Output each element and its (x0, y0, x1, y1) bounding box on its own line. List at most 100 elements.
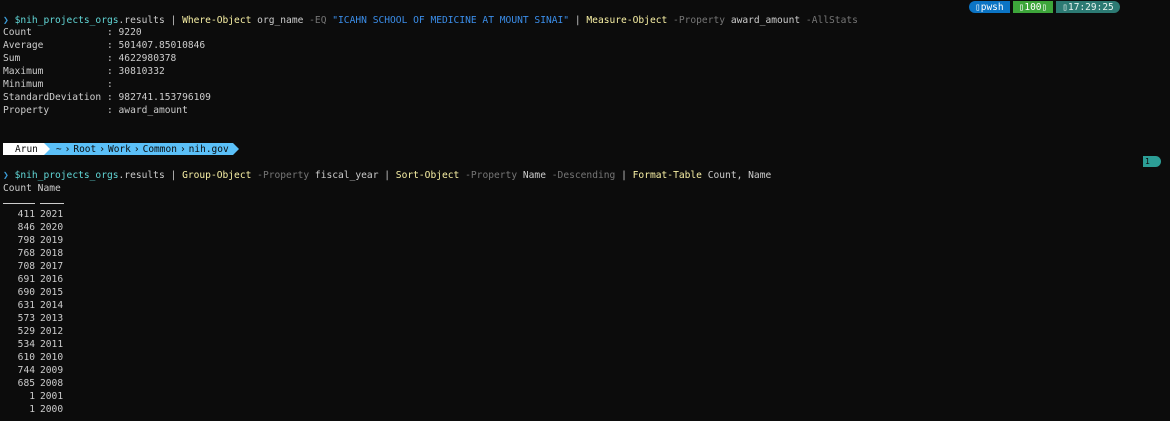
property: .results (118, 15, 165, 26)
cell-name: 2019 (40, 235, 64, 246)
cell-name: 2018 (40, 248, 64, 259)
chevron-right-icon: › (179, 143, 186, 155)
cell-count: 573 (17, 313, 35, 324)
table-row: 691 2016 (3, 273, 63, 286)
cell-count: 768 (17, 248, 35, 259)
cell-count: 846 (17, 222, 35, 233)
parameter: -Descending (551, 170, 616, 181)
user-segment: Arun (3, 143, 44, 155)
table-header: Count Name (3, 182, 61, 195)
cmdlet: Group-Object (182, 170, 252, 181)
argument: award_amount (725, 15, 806, 26)
time-value: 17:29:25 (1068, 1, 1114, 13)
table-row: 631 2014 (3, 299, 63, 312)
stat-row: Minimum : (3, 78, 113, 91)
cell-name: 2011 (40, 339, 64, 350)
stat-row: Property : award_amount (3, 104, 188, 117)
pipe: | (378, 170, 396, 181)
parameter: -EQ (309, 15, 327, 26)
cell-count: 1 (29, 404, 35, 415)
cell-count: 744 (17, 365, 35, 376)
cell-name: 2021 (40, 209, 64, 220)
table-row: 411 2021 (3, 208, 63, 221)
table-row: 610 2010 (3, 351, 63, 364)
stat-value: : 501407.85010846 (106, 40, 206, 51)
path-part: Common (142, 143, 177, 155)
cell-name: 2017 (40, 261, 64, 272)
table-row: 708 2017 (3, 260, 63, 273)
stat-label: Maximum (3, 66, 102, 77)
pipe: | (164, 170, 183, 181)
chevron-right-icon: › (133, 143, 140, 155)
column-header-name: Name (37, 183, 61, 194)
stat-value: : 4622980378 (106, 53, 177, 64)
exit-value: 100 (1024, 1, 1042, 13)
pipe: | (569, 15, 587, 26)
table-row: 846 2020 (3, 221, 63, 234)
stat-row: Maximum : 30810332 (3, 65, 165, 78)
cmdlet: Format-Table (632, 170, 702, 181)
parameter: -Property (251, 170, 310, 181)
cell-count: 685 (17, 378, 35, 389)
parameter: -Property (459, 170, 518, 181)
argument: Count, Name (701, 170, 772, 181)
shell-segment: ▯ pwsh (969, 1, 1010, 13)
chevron-right-icon: › (99, 143, 105, 155)
table-row: 685 2008 (3, 377, 63, 390)
path-part: Root (73, 143, 97, 155)
stat-label: Sum (3, 53, 102, 64)
path-segment[interactable]: ~ › Root › Work › Common › nih.gov (49, 143, 233, 155)
exit-segment: ▯ 100 ▯ (1012, 1, 1054, 13)
variable: $nih_projects_orgs (14, 170, 119, 181)
stat-row: Average : 501407.85010846 (3, 39, 205, 52)
table-row: 534 2011 (3, 338, 63, 351)
argument: fiscal_year (309, 170, 379, 181)
cell-name: 2012 (40, 326, 64, 337)
table-row: 529 2012 (3, 325, 63, 338)
cell-count: 411 (17, 209, 35, 220)
cell-name: 2016 (40, 274, 64, 285)
table-row: 1 2001 (3, 390, 63, 403)
variable: $nih_projects_orgs (14, 15, 119, 26)
cell-name: 2013 (40, 313, 64, 324)
stat-value: : 30810332 (106, 66, 165, 77)
execution-badge: 1 (1143, 156, 1161, 167)
cell-name: 2015 (40, 287, 64, 298)
stat-value: : 982741.153796109 (101, 92, 211, 103)
pipe: | (615, 170, 633, 181)
shell-name: pwsh (980, 1, 1004, 13)
table-row: 1 2000 (3, 403, 63, 416)
path-part: Work (107, 143, 131, 155)
stat-row: Count : 9220 (3, 26, 142, 39)
table-row: 573 2013 (3, 312, 63, 325)
cell-name: 2010 (40, 352, 64, 363)
stat-label: Minimum (3, 79, 102, 90)
cell-name: 2000 (40, 404, 64, 415)
cell-count: 534 (17, 339, 35, 350)
powerline-prompt: Arun ~ › Root › Work › Common › nih.gov (3, 143, 239, 155)
header-underline-name (40, 203, 64, 204)
stat-label: Property (3, 105, 102, 116)
argument: org_name (251, 15, 310, 26)
stat-row: Sum : 4622980378 (3, 52, 176, 65)
cell-count: 631 (17, 300, 35, 311)
argument: Name (517, 170, 552, 181)
property: .results (118, 170, 165, 181)
parameter: -Property (667, 15, 726, 26)
cmdlet: Sort-Object (395, 170, 460, 181)
column-header-count: Count (3, 183, 32, 194)
stat-label: StandardDeviation (3, 92, 102, 103)
cmdlet: Measure-Object (586, 15, 668, 26)
cell-count: 691 (17, 274, 35, 285)
stat-value: : 9220 (106, 27, 142, 38)
cell-count: 529 (17, 326, 35, 337)
command-line-1[interactable]: ❯ $nih_projects_orgs.results | Where-Obj… (3, 1, 858, 26)
cmdlet: Where-Object (182, 15, 252, 26)
parameter: -AllStats (805, 15, 858, 26)
user-name: Arun (15, 143, 38, 155)
stat-row: StandardDeviation : 982741.153796109 (3, 91, 211, 104)
string-literal: "ICAHN SCHOOL OF MEDICINE AT MOUNT SINAI… (326, 15, 570, 26)
command-line-2[interactable]: ❯ $nih_projects_orgs.results | Group-Obj… (3, 156, 771, 181)
cell-name: 2008 (40, 378, 64, 389)
status-bar: ▯ pwsh ▯ 100 ▯ ▯ 17:29:25 (969, 1, 1120, 13)
